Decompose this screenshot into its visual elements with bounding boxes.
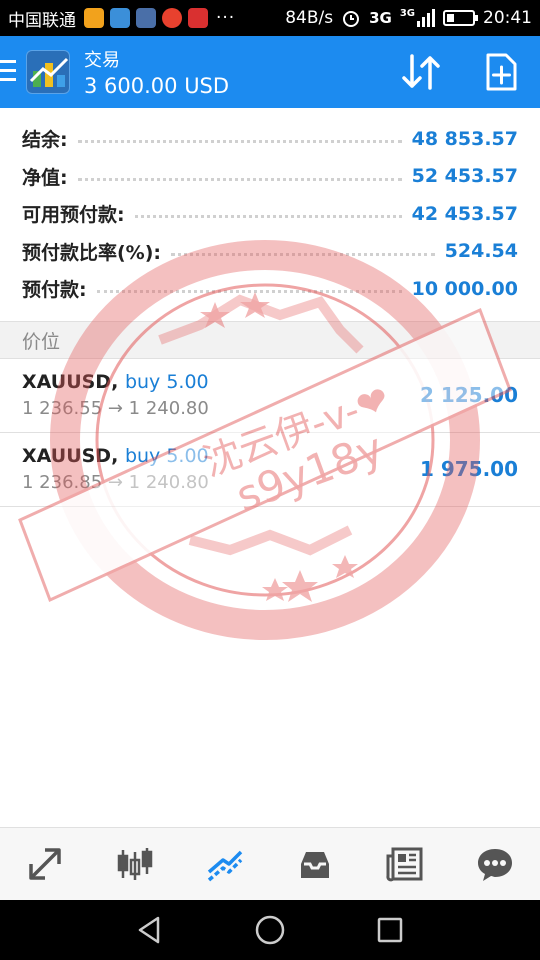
tab-trade[interactable]	[180, 828, 270, 900]
balance-value: 48 853.57	[411, 127, 518, 150]
position-symbol: XAUUSD	[22, 445, 112, 467]
equity-row: 净值: 52 453.57	[0, 158, 540, 196]
recents-icon[interactable]	[372, 912, 408, 948]
app-notification-icon	[84, 8, 104, 28]
free-margin-value: 42 453.57	[411, 202, 518, 225]
photo-notification-icon	[110, 8, 130, 28]
tab-quotes[interactable]	[0, 828, 90, 900]
dotted-leader	[171, 252, 435, 256]
tab-messages[interactable]	[450, 828, 540, 900]
positions-section-header: 价位	[0, 321, 540, 359]
clock: 20:41	[483, 8, 532, 28]
margin-value: 10 000.00	[411, 277, 518, 300]
balance-row: 结余: 48 853.57	[0, 120, 540, 158]
equity-value: 52 453.57	[411, 165, 518, 188]
back-icon[interactable]	[132, 912, 168, 948]
position-row[interactable]: XAUUSD, buy 5.00 1 236.85 → 1 240.80 1 9…	[0, 433, 540, 507]
dotted-leader	[77, 140, 402, 144]
position-symbol: XAUUSD	[22, 371, 112, 393]
new-order-icon[interactable]	[482, 52, 520, 92]
page-title: 交易	[84, 50, 120, 71]
chart-trend-icon	[207, 850, 243, 882]
weibo-notification-icon	[162, 8, 182, 28]
tab-news[interactable]	[360, 828, 450, 900]
equity-label: 净值:	[22, 166, 68, 189]
signal-icon: 3G	[400, 9, 435, 27]
margin-level-label: 预付款比率(%):	[22, 241, 162, 264]
account-summary: 结余: 48 853.57 净值: 52 453.57 可用预付款: 42 45…	[0, 120, 540, 308]
position-prices: 1 236.55 → 1 240.80	[22, 398, 209, 419]
news-icon	[386, 847, 423, 882]
dotted-leader	[134, 215, 402, 219]
candlestick-icon	[117, 848, 153, 880]
margin-label: 预付款:	[22, 279, 87, 302]
position-direction: buy 5.00	[124, 371, 209, 393]
app-bar: 交易 3 600.00 USD	[0, 36, 540, 108]
dotted-leader	[96, 290, 402, 294]
alarm-icon	[343, 11, 360, 27]
margin-level-value: 524.54	[444, 240, 518, 263]
bottom-tab-bar	[0, 827, 540, 900]
free-margin-label: 可用预付款:	[22, 204, 125, 227]
position-direction: buy 5.00	[124, 445, 209, 467]
chat-icon	[478, 849, 512, 881]
home-icon[interactable]	[252, 912, 288, 948]
net-speed: 84B/s	[285, 8, 334, 28]
gallery-notification-icon	[136, 8, 156, 28]
more-notifications-indicator: ···	[216, 8, 236, 28]
inbox-icon	[301, 852, 329, 878]
system-nav-bar	[0, 900, 540, 960]
position-row[interactable]: XAUUSD, buy 5.00 1 236.55 → 1 240.80 2 1…	[0, 359, 540, 433]
balance-label: 结余:	[22, 129, 68, 152]
tab-history[interactable]	[270, 828, 360, 900]
menu-icon[interactable]	[0, 60, 16, 82]
status-bar: 中国联通 ··· 84B/s 3G 3G 20:41	[0, 0, 540, 36]
position-title: XAUUSD, buy 5.00	[22, 445, 209, 467]
margin-row: 预付款: 10 000.00	[0, 270, 540, 308]
free-margin-row: 可用预付款: 42 453.57	[0, 195, 540, 233]
position-profit: 2 125.00	[419, 383, 518, 407]
metatrader-logo-icon[interactable]	[26, 50, 70, 94]
tab-charts[interactable]	[90, 828, 180, 900]
network-3g-small-label: 3G	[399, 8, 415, 19]
position-title: XAUUSD, buy 5.00	[22, 371, 209, 393]
account-profit: 3 600.00 USD	[84, 74, 230, 98]
news-notification-icon	[188, 8, 208, 28]
network-3g-label: 3G	[369, 8, 392, 27]
position-prices: 1 236.85 → 1 240.80	[22, 472, 209, 493]
battery-icon	[443, 10, 478, 26]
trade-arrows-icon	[29, 848, 61, 880]
carrier-label: 中国联通	[8, 10, 76, 31]
sort-icon[interactable]	[400, 52, 444, 92]
position-profit: 1 975.00	[419, 457, 518, 481]
margin-level-row: 预付款比率(%): 524.54	[0, 233, 540, 271]
dotted-leader	[77, 177, 402, 181]
